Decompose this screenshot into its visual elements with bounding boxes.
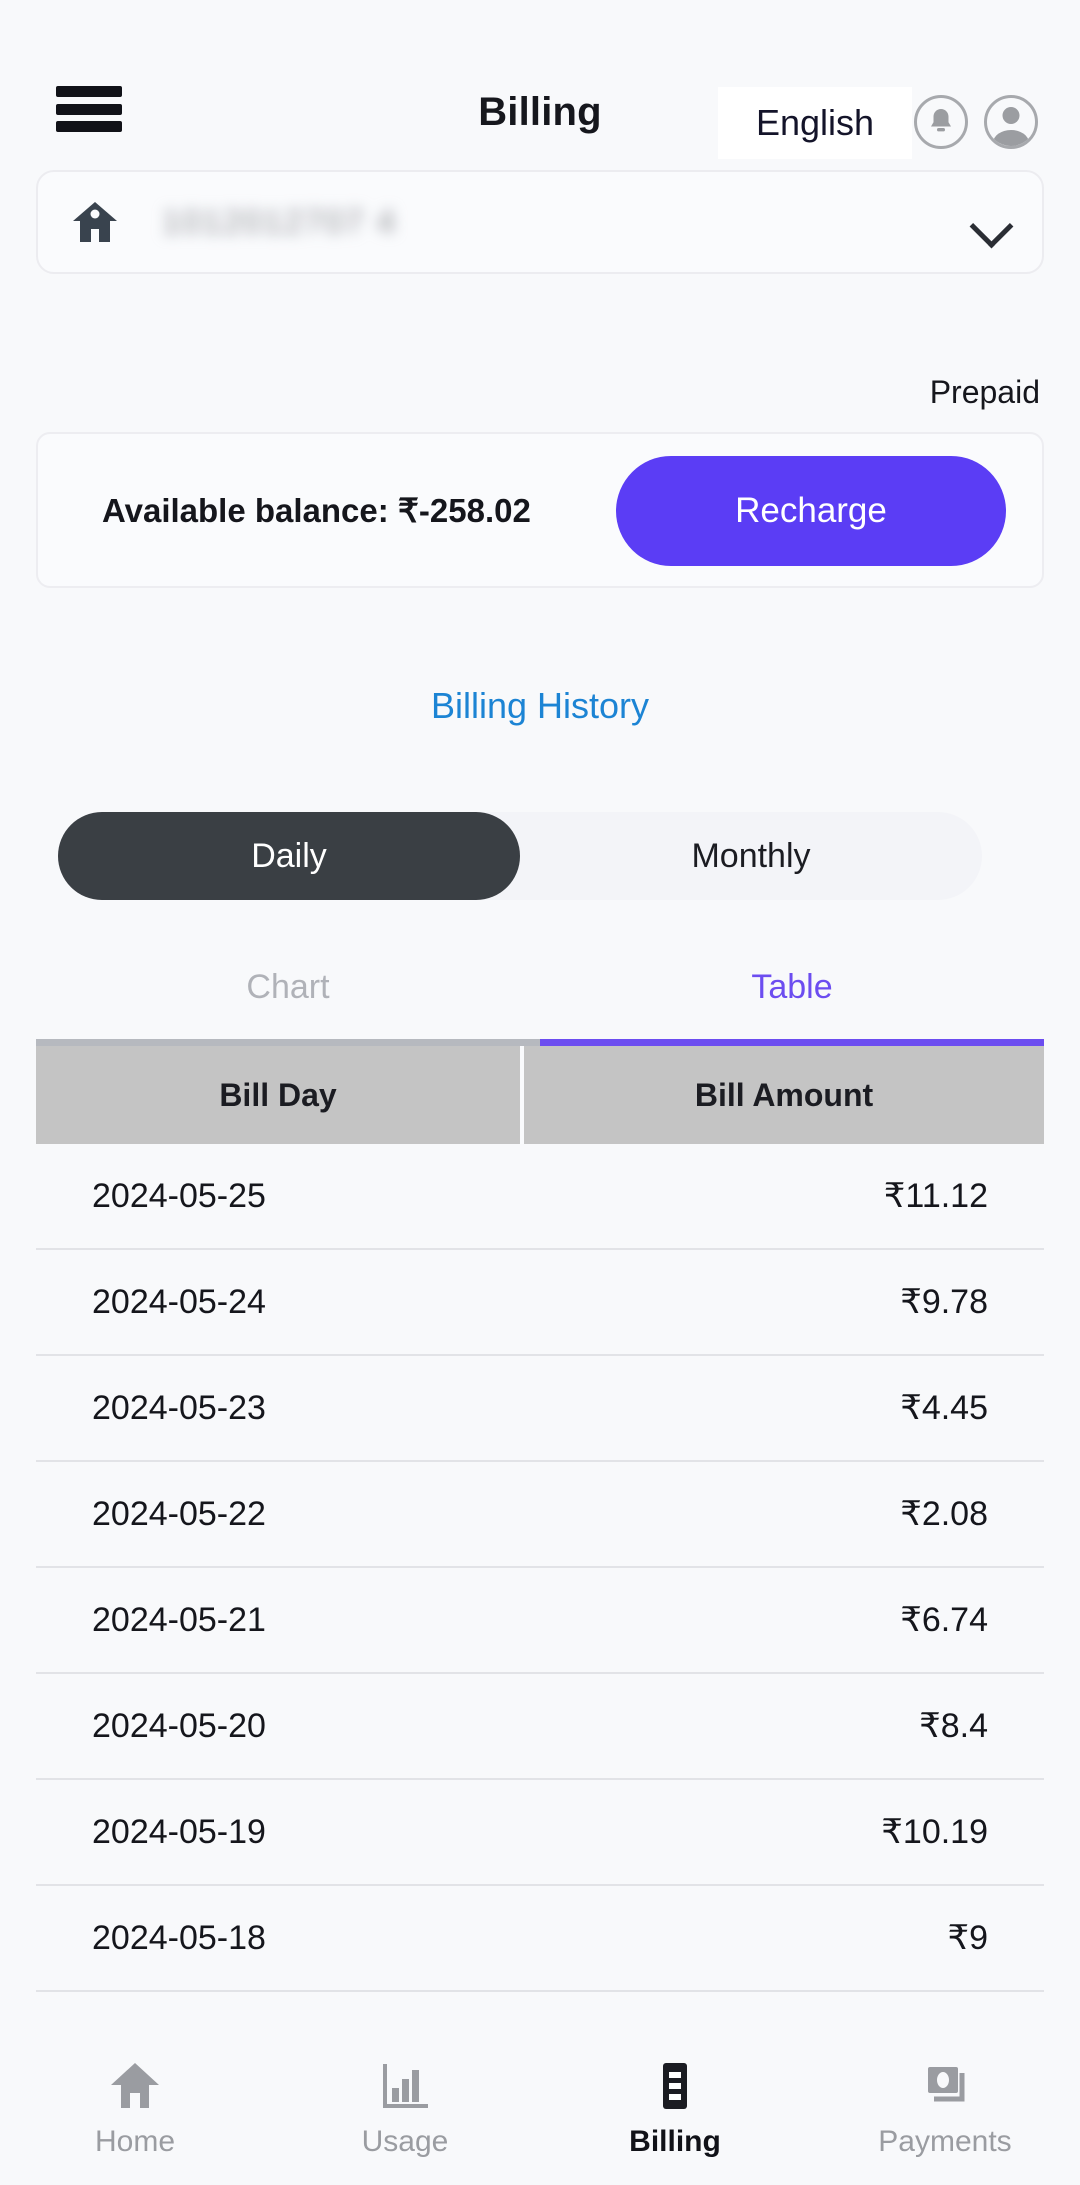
table-row: 2024-05-21 ₹6.74 [36, 1568, 1044, 1674]
cell-bill-amount: ₹2.08 [900, 1495, 988, 1533]
period-toggle: Daily Monthly [58, 812, 982, 900]
cell-bill-amount: ₹9 [947, 1919, 988, 1957]
tab-chart[interactable]: Chart [36, 962, 540, 1046]
cell-bill-amount: ₹6.74 [900, 1601, 988, 1639]
app-header: Billing English [0, 0, 1080, 159]
available-balance-label: Available balance: ₹-258.02 [102, 491, 531, 529]
cell-bill-day: 2024-05-22 [92, 1494, 266, 1533]
billing-history-link[interactable]: Billing History [0, 685, 1080, 727]
table-header-row: Bill Day Bill Amount [36, 1046, 1044, 1144]
nav-label-home: Home [94, 2125, 176, 2158]
period-toggle-daily[interactable]: Daily [58, 812, 520, 900]
home-icon [72, 200, 118, 244]
column-header-bill-amount: Bill Amount [524, 1046, 1044, 1144]
nav-item-payments[interactable]: Payments [810, 2035, 1080, 2185]
column-header-bill-day: Bill Day [36, 1046, 524, 1144]
home-glyph [73, 202, 117, 242]
table-row: 2024-05-23 ₹4.45 [36, 1356, 1044, 1462]
view-tabs: Chart Table [36, 962, 1044, 1046]
cell-bill-amount: ₹10.19 [881, 1813, 988, 1851]
table-row: 2024-05-24 ₹9.78 [36, 1250, 1044, 1356]
table-row: 2024-05-19 ₹10.19 [36, 1780, 1044, 1886]
user-avatar-icon[interactable] [984, 95, 1038, 149]
cell-bill-amount: ₹11.12 [883, 1177, 988, 1215]
table-body: 2024-05-25 ₹11.12 2024-05-24 ₹9.78 2024-05-2… [36, 1144, 1044, 1992]
cell-bill-amount: ₹9.78 [900, 1283, 988, 1321]
bell-glyph [931, 109, 951, 132]
money-icon [928, 2067, 965, 2102]
language-selector[interactable]: English [718, 87, 912, 159]
cell-bill-day: 2024-05-24 [92, 1282, 266, 1321]
billing-screen: Billing English 1012012707 4 Prepaid Ava… [0, 0, 1080, 2185]
cell-bill-day: 2024-05-18 [92, 1918, 266, 1957]
cell-bill-amount: ₹8.4 [919, 1707, 988, 1745]
recharge-button[interactable]: Recharge [616, 456, 1006, 566]
home-icon [111, 2063, 159, 2108]
invoice-icon [663, 2063, 687, 2109]
cell-bill-day: 2024-05-25 [92, 1176, 266, 1215]
nav-label-payments: Payments [878, 2125, 1012, 2158]
chevron-down-icon[interactable] [974, 205, 1008, 239]
cell-bill-day: 2024-05-21 [92, 1600, 266, 1639]
bell-icon[interactable] [914, 95, 968, 149]
billing-table: Bill Day Bill Amount 2024-05-25 ₹11.12 202… [36, 1046, 1044, 1992]
balance-card: Available balance: ₹-258.02 Recharge [36, 432, 1044, 588]
language-label: English [755, 102, 875, 143]
cell-bill-day: 2024-05-19 [92, 1812, 266, 1851]
cell-bill-day: 2024-05-23 [92, 1388, 266, 1427]
cell-bill-amount: ₹4.45 [900, 1389, 988, 1427]
table-row: 2024-05-20 ₹8.4 [36, 1674, 1044, 1780]
nav-item-billing[interactable]: Billing [540, 2035, 810, 2185]
cell-bill-day: 2024-05-20 [92, 1706, 266, 1745]
bottom-navigation: Home Usage Billing Payments [0, 2035, 1080, 2185]
header-icon-group [914, 95, 1038, 149]
table-row: 2024-05-18 ₹9 [36, 1886, 1044, 1992]
period-toggle-monthly[interactable]: Monthly [520, 812, 982, 900]
plan-type-label: Prepaid [929, 374, 1040, 410]
table-row: 2024-05-22 ₹2.08 [36, 1462, 1044, 1568]
table-row: 2024-05-25 ₹11.12 [36, 1144, 1044, 1250]
tab-table[interactable]: Table [540, 962, 1044, 1046]
bar-chart-icon [383, 2064, 428, 2108]
nav-label-billing: Billing [629, 2125, 721, 2158]
nav-item-usage[interactable]: Usage [270, 2035, 540, 2185]
nav-label-usage: Usage [361, 2125, 449, 2158]
account-number: 1012012707 4 [162, 203, 398, 240]
account-selector[interactable]: 1012012707 4 [36, 170, 1044, 274]
nav-item-home[interactable]: Home [0, 2035, 270, 2185]
